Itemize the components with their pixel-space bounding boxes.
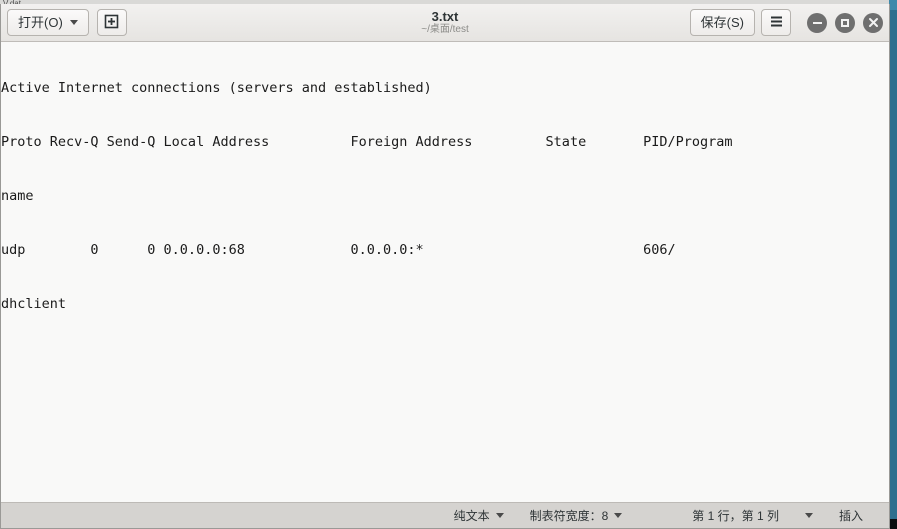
desktop-background: V.dat 打开(O): [0, 0, 897, 529]
menu-button[interactable]: [761, 9, 791, 36]
page-title: 3.txt: [431, 9, 459, 24]
text-line: dhclient: [1, 296, 67, 312]
maximize-button[interactable]: [835, 12, 855, 33]
minimize-icon: [812, 21, 822, 24]
close-button[interactable]: [863, 12, 883, 33]
tab-width-selector[interactable]: 制表符宽度：8: [530, 507, 623, 524]
text-editor-window: 打开(O) 3.txt ~/桌面/test 保存(S) Active Inter…: [0, 4, 890, 529]
header-bar-left-group: 打开(O): [7, 9, 127, 36]
text-editor-area[interactable]: Active Internet connections (servers and…: [1, 42, 889, 502]
maximize-icon: [841, 18, 849, 27]
chevron-down-icon: [495, 513, 504, 518]
minimize-button[interactable]: [807, 12, 827, 33]
insert-mode-indicator[interactable]: 插入: [839, 507, 863, 524]
text-line: name: [1, 188, 34, 204]
language-selector[interactable]: 纯文本: [454, 507, 504, 524]
new-document-icon: [104, 14, 119, 31]
background-window-right-edge-highlight: [889, 0, 897, 10]
open-button[interactable]: 打开(O): [7, 9, 89, 36]
language-selector-label: 纯文本: [453, 509, 490, 523]
document-text[interactable]: Active Internet connections (servers and…: [1, 43, 889, 349]
save-button-label: 保存(S): [700, 15, 744, 30]
close-icon: [868, 17, 879, 28]
hamburger-menu-icon: [769, 15, 784, 30]
chevron-down-icon: [614, 513, 623, 518]
chevron-down-icon: [804, 513, 813, 518]
header-bar-right-group: 保存(S): [689, 9, 883, 36]
text-line: Active Internet connections (servers and…: [1, 80, 432, 96]
tab-width-label: 制表符宽度：8: [529, 509, 609, 523]
insert-mode-label: 插入: [838, 509, 863, 523]
background-window-right-edge[interactable]: [889, 0, 897, 519]
open-button-label: 打开(O): [18, 15, 63, 30]
status-bar: 纯文本 制表符宽度：8 第 1 行，第 1 列 插入: [1, 502, 889, 528]
text-line: udp 0 0 0.0.0.0:68 0.0.0.0:* 606/: [1, 242, 676, 258]
new-document-button[interactable]: [96, 9, 127, 36]
text-line: Proto Recv-Q Send-Q Local Address Foreig…: [1, 134, 733, 150]
chevron-down-icon: [69, 20, 78, 25]
header-bar: 打开(O) 3.txt ~/桌面/test 保存(S): [1, 4, 889, 42]
window-controls: [807, 12, 883, 33]
cursor-position-indicator[interactable]: 第 1 行，第 1 列: [692, 507, 779, 524]
save-button[interactable]: 保存(S): [689, 9, 755, 36]
cursor-position-label: 第 1 行，第 1 列: [692, 509, 779, 523]
cursor-position-dropdown[interactable]: [804, 513, 813, 518]
file-path-subtitle: ~/桌面/test: [421, 24, 469, 35]
